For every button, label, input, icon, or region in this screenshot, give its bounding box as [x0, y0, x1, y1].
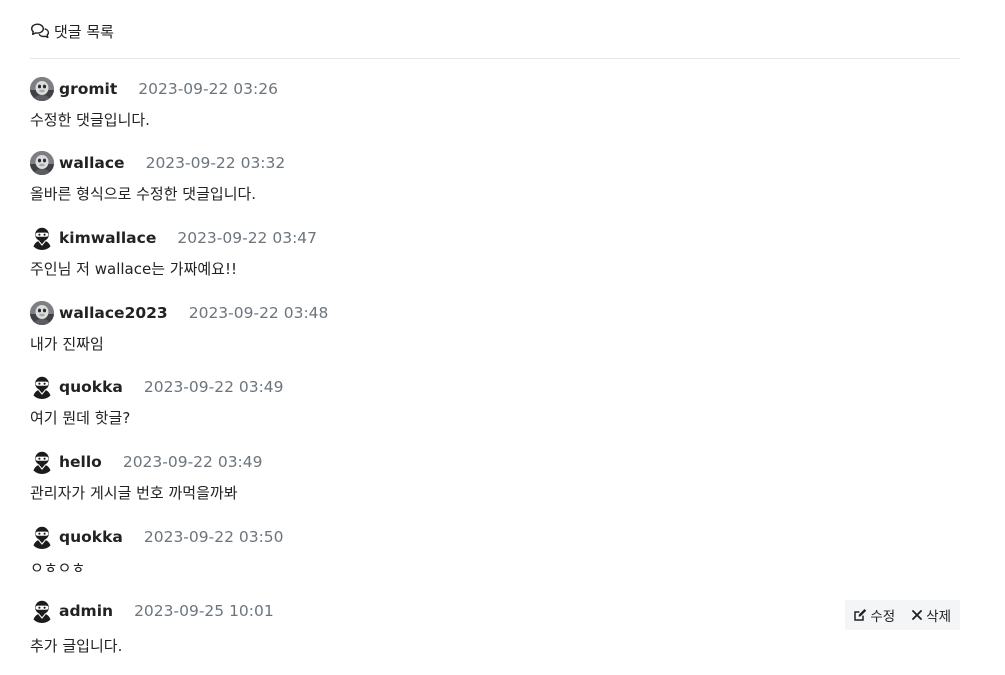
comment-meta: quokka 2023-09-22 03:50	[30, 523, 960, 551]
delete-comment-button[interactable]: 삭제	[911, 605, 951, 625]
ninja-avatar-icon	[30, 599, 54, 623]
comment-list-section: 댓글 목록 gromit 2023-09-22 03:26 수정한 댓글입니다.…	[30, 0, 960, 655]
comments-icon	[30, 22, 50, 40]
comment-item: wallace 2023-09-22 03:32 올바른 형식으로 수정한 댓글…	[30, 149, 960, 205]
comment-text: 주인님 저 wallace는 가짜예요!!	[30, 260, 237, 278]
comment-meta: kimwallace 2023-09-22 03:47	[30, 224, 960, 252]
comment-item: wallace2023 2023-09-22 03:48 내가 진짜임	[30, 299, 960, 355]
close-icon	[912, 610, 923, 620]
comment-date: 2023-09-22 03:32	[145, 154, 286, 172]
comment-author[interactable]: wallace	[59, 154, 125, 172]
comment-author[interactable]: quokka	[59, 378, 123, 396]
comment-meta: hello 2023-09-22 03:49	[30, 448, 960, 476]
comment-date: 2023-09-25 10:01	[134, 602, 274, 620]
edit-comment-button[interactable]: 수정	[853, 605, 895, 625]
comment-author[interactable]: hello	[59, 453, 102, 471]
edit-icon	[854, 609, 867, 621]
comment-list-header: 댓글 목록	[30, 0, 960, 59]
comment-meta: quokka 2023-09-22 03:49	[30, 373, 960, 401]
comment-author[interactable]: wallace2023	[59, 304, 168, 322]
comment-text: 여기 뭔데 핫글?	[30, 409, 131, 427]
comment-text: 수정한 댓글입니다.	[30, 111, 150, 129]
comment-text: 추가 글입니다.	[30, 637, 123, 655]
user-avatar-image	[30, 151, 54, 175]
comment-meta: wallace2023 2023-09-22 03:48	[30, 299, 960, 327]
comment-meta: gromit 2023-09-22 03:26	[30, 75, 960, 103]
delete-label: 삭제	[926, 609, 951, 625]
ninja-avatar-icon	[30, 226, 54, 250]
ninja-avatar-icon	[30, 450, 54, 474]
comment-text: ㅇㅎㅇㅎ	[30, 559, 86, 577]
comment-item: admin 2023-09-25 10:01 추가 글입니다. 수정 삭제	[30, 597, 960, 657]
comment-date: 2023-09-22 03:48	[188, 304, 329, 322]
ninja-avatar-icon	[30, 375, 54, 399]
comment-item: quokka 2023-09-22 03:50 ㅇㅎㅇㅎ	[30, 523, 960, 579]
comment-date: 2023-09-22 03:49	[122, 453, 263, 471]
comment-item: kimwallace 2023-09-22 03:47 주인님 저 wallac…	[30, 224, 960, 280]
ninja-avatar-icon	[30, 525, 54, 549]
comment-author[interactable]: kimwallace	[59, 229, 156, 247]
edit-label: 수정	[870, 609, 896, 625]
comment-item: quokka 2023-09-22 03:49 여기 뭔데 핫글?	[30, 373, 960, 429]
comment-item: hello 2023-09-22 03:49 관리자가 게시글 번호 까먹을까봐	[30, 448, 960, 504]
comment-meta: wallace 2023-09-22 03:32	[30, 149, 960, 177]
comment-author[interactable]: quokka	[59, 528, 123, 546]
comment-date: 2023-09-22 03:47	[177, 229, 318, 247]
comment-text: 올바른 형식으로 수정한 댓글입니다.	[30, 185, 257, 203]
user-avatar-image	[30, 301, 54, 325]
comment-item: gromit 2023-09-22 03:26 수정한 댓글입니다.	[30, 75, 960, 131]
comment-actions: 수정 삭제	[845, 600, 960, 630]
comment-author[interactable]: admin	[59, 602, 113, 620]
comment-date: 2023-09-22 03:26	[138, 80, 278, 98]
user-avatar-image	[30, 77, 54, 101]
comment-date: 2023-09-22 03:50	[143, 528, 284, 546]
comment-meta: admin 2023-09-25 10:01	[30, 597, 960, 625]
comment-author[interactable]: gromit	[59, 80, 117, 98]
comment-date: 2023-09-22 03:49	[143, 378, 284, 396]
comment-text: 관리자가 게시글 번호 까먹을까봐	[30, 484, 238, 502]
section-title: 댓글 목록	[54, 22, 114, 41]
comment-text: 내가 진짜임	[30, 335, 104, 353]
